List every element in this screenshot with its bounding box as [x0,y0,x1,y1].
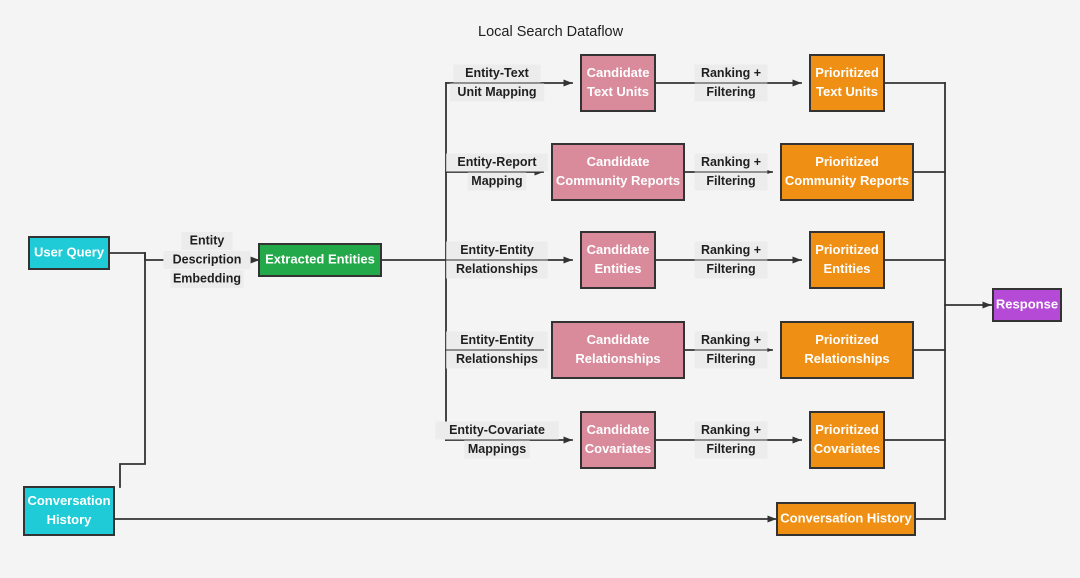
edge-label-entity-description-embedding-text: Entity [190,233,225,247]
node-conversation-history-source[interactable]: Conversation History [23,486,115,536]
node-user-query[interactable]: User Query [28,236,110,270]
node-prioritized-community-reports-label: Prioritized [815,154,879,169]
node-candidate-text-units-label: Text Units [587,84,649,99]
edge-label-transform-relationships-text: Filtering [706,352,755,366]
edge-label-transform-covariates-text: Filtering [706,442,755,456]
edge-label-entity-description-embedding-text: Embedding [173,271,241,285]
edge-label-transform-relationships-text: Ranking + [701,333,761,347]
node-candidate-covariates[interactable]: Candidate Covariates [580,411,656,469]
edge-label-mapping-covariates-text: Mappings [468,442,526,456]
node-prioritized-covariates-label: Covariates [814,441,880,456]
node-extracted-entities-label: Extracted Entities [265,251,375,266]
edge-label-transform-community-reports-text: Ranking + [701,155,761,169]
edge-label-transform-community-reports-text: Filtering [706,174,755,188]
edge-label-entity-description-embedding: Entity Description Embedding [163,232,251,288]
nodes-layer: User Query Extracted Entities Conversation… [23,54,1062,536]
edge-label-mapping-community-reports-text: Entity-Report [457,155,537,169]
edge-label-mapping-entities-text: Relationships [456,262,538,276]
node-extracted-entities[interactable]: Extracted Entities [258,243,382,277]
node-prioritized-text-units-label: Prioritized [815,65,879,80]
node-candidate-community-reports[interactable]: Candidate Community Reports [551,143,685,201]
node-prioritized-relationships-label: Relationships [804,351,889,366]
node-prioritized-relationships-label: Prioritized [815,332,879,347]
node-conversation-history-source-label: Conversation [27,493,110,508]
node-candidate-community-reports-label: Community Reports [556,173,680,188]
node-user-query-label: User Query [34,244,105,259]
edge-user-query-to-conversation-history [119,252,146,488]
node-candidate-covariates-label: Covariates [585,441,651,456]
node-response[interactable]: Response [992,288,1062,322]
node-prioritized-relationships[interactable]: Prioritized Relationships [780,321,914,379]
node-response-label: Response [996,296,1058,311]
node-candidate-relationships[interactable]: Candidate Relationships [551,321,685,379]
edge-label-mapping-community-reports-text: Mapping [471,174,522,188]
node-prioritized-covariates-label: Prioritized [815,422,879,437]
edge-label-mapping-entities-text: Entity-Entity [460,243,534,257]
edge-label-transform-text-units-text: Ranking + [701,66,761,80]
edge-label-transform-covariates-text: Ranking + [701,423,761,437]
node-prioritized-entities[interactable]: Prioritized Entities [809,231,885,289]
edge-label-mapping-relationships-text: Entity-Entity [460,333,534,347]
edge-label-mapping-covariates-text: Entity-Covariate [449,423,545,437]
edge-label-mapping-relationships-text: Relationships [456,352,538,366]
edge-label-entity-description-embedding-text: Description [173,252,242,266]
node-conversation-history-prioritized[interactable]: Conversation History [776,502,916,536]
node-prioritized-community-reports-label: Community Reports [785,173,909,188]
edge-label-mapping-text-units-text: Unit Mapping [457,85,536,99]
node-conversation-history-source-label: History [47,512,93,527]
edge-label-transform-entities-text: Ranking + [701,243,761,257]
node-prioritized-text-units[interactable]: Prioritized Text Units [809,54,885,112]
flow-canvas: Local Search Dataflow EntityDescriptionE… [0,0,1080,578]
edge-label-mapping-text-units-text: Entity-Text [465,66,529,80]
node-prioritized-community-reports[interactable]: Prioritized Community Reports [780,143,914,201]
node-candidate-relationships-label: Relationships [575,351,660,366]
node-prioritized-text-units-label: Text Units [816,84,878,99]
node-candidate-covariates-label: Candidate [587,422,650,437]
page-title: Local Search Dataflow [478,24,624,40]
node-candidate-entities-label: Candidate [587,242,650,257]
node-candidate-entities-label: Entities [595,261,642,276]
node-conversation-history-prioritized-label: Conversation History [780,510,912,525]
node-prioritized-covariates[interactable]: Prioritized Covariates [809,411,885,469]
node-candidate-entities[interactable]: Candidate Entities [580,231,656,289]
local-search-dataflow-diagram: Local Search Dataflow Entity Description E… [0,0,1080,578]
node-candidate-community-reports-label: Candidate [587,154,650,169]
node-prioritized-entities-label: Entities [824,261,871,276]
node-candidate-text-units[interactable]: Candidate Text Units [580,54,656,112]
edge-labels-layer: Entity Description Embedding Entity-Text Uni… [163,64,768,459]
node-prioritized-entities-label: Prioritized [815,242,879,257]
node-candidate-text-units-label: Candidate [587,65,650,80]
edge-label-transform-entities-text: Filtering [706,262,755,276]
edge-label-transform-text-units-text: Filtering [706,85,755,99]
node-candidate-relationships-label: Candidate [587,332,650,347]
